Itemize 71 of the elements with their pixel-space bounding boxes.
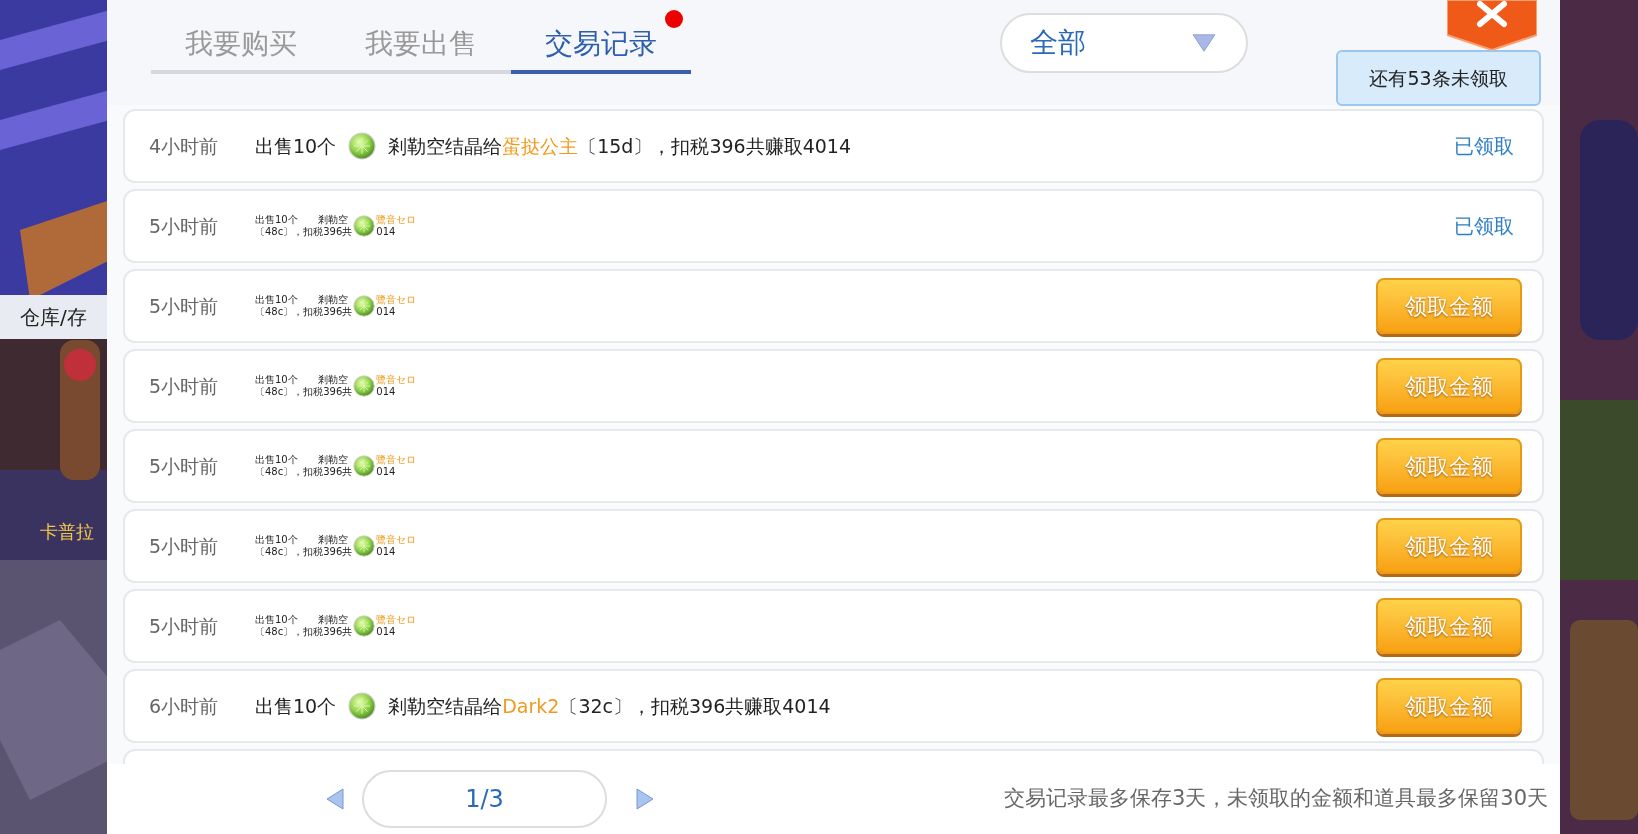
time-label: 4小时前 [149, 133, 220, 159]
sale-text: 出售10个 [255, 534, 298, 546]
item-name: 剎勒空 [317, 534, 348, 546]
previous-arrow-icon[interactable] [325, 787, 345, 811]
time-label: 5小时前 [149, 613, 220, 639]
claimed-link[interactable]: 已领取 [1454, 131, 1522, 161]
orb-icon [353, 455, 376, 477]
claim-button[interactable]: 领取金额 [1376, 598, 1522, 654]
time-label: 6小时前 [149, 693, 220, 719]
amount-text: 014 [376, 466, 397, 478]
amount-text: 014 [376, 546, 397, 558]
item-name: 剎勒空 [317, 214, 348, 226]
npc-name: 卡普拉 [40, 520, 94, 544]
item-name: 剎勒空 [317, 614, 348, 626]
buyer-name: 鷺音セロ [376, 614, 417, 626]
tab[interactable]: 我要购买 [151, 8, 331, 74]
item-name: 剎勒空 [317, 294, 348, 306]
buyer-name: 鷺音セロ [376, 454, 417, 466]
claim-button[interactable]: 领取金额 [1376, 438, 1522, 494]
scene-sign: 仓库/存 [0, 295, 110, 339]
item-name: 剎勒空 [317, 374, 348, 386]
retention-note: 交易记录最多保存3天，未领取的金额和道具最多保留30天 [1003, 785, 1548, 813]
time-label: 5小时前 [149, 293, 220, 319]
sale-text: 出售10个 [255, 693, 337, 719]
sale-text: 出售10个 [255, 133, 337, 159]
amount-text: 014 [376, 386, 397, 398]
claim-button[interactable]: 领取金额 [1376, 278, 1522, 334]
buyer-name: 鷺音セロ [376, 214, 417, 226]
sale-text: 出售10个 [255, 454, 298, 466]
amount-text: 014 [376, 226, 397, 238]
orb-icon [353, 535, 376, 557]
page-indicator: 1/3 [362, 770, 607, 828]
time-label: 5小时前 [149, 533, 220, 559]
sale-text: 出售10个 [255, 374, 298, 386]
tax-text: 〔48c〕，扣税396共 [255, 386, 353, 398]
orb-icon [353, 215, 376, 237]
sale-detail: 剎勒空结晶给蛋挞公主〔15d〕，扣税396共赚取4014 [388, 133, 852, 159]
orb-icon [353, 615, 376, 637]
filter-dropdown[interactable]: 全部 [1000, 13, 1248, 73]
claim-button[interactable]: 领取金额 [1376, 518, 1522, 574]
caret-icon [1190, 33, 1218, 53]
claimed-link[interactable]: 已领取 [1454, 211, 1522, 241]
sale-text: 出售10个 [255, 294, 298, 306]
buyer-name: 鷺音セロ [376, 534, 417, 546]
unclaimed-tooltip: 还有53条未领取 [1336, 50, 1541, 106]
claim-button[interactable]: 领取金额 [1376, 678, 1522, 734]
time-label: 5小时前 [149, 453, 220, 479]
tax-text: 〔48c〕，扣税396共 [255, 626, 353, 638]
sale-text: 出售10个 [255, 214, 298, 226]
sale-detail: 剎勒空结晶给Dark2〔32c〕，扣税396共赚取4014 [388, 693, 831, 719]
time-label: 5小时前 [149, 373, 220, 399]
tax-text: 〔48c〕，扣税396共 [255, 466, 353, 478]
tab[interactable]: 交易记录 [511, 8, 691, 74]
tax-text: 〔48c〕，扣税396共 [255, 306, 353, 318]
claim-button[interactable]: 领取金额 [1376, 358, 1522, 414]
amount-text: 014 [376, 626, 397, 638]
orb-icon [353, 295, 376, 317]
amount-text: 014 [376, 306, 397, 318]
buyer-name: 鷺音セロ [376, 294, 417, 306]
orb-icon [353, 375, 376, 397]
tab[interactable]: 我要出售 [331, 8, 511, 74]
item-name: 剎勒空 [317, 454, 348, 466]
close-icon[interactable] [1447, 0, 1537, 50]
tax-text: 〔48c〕，扣税396共 [255, 226, 353, 238]
tax-text: 〔48c〕，扣税396共 [255, 546, 353, 558]
time-label: 5小时前 [149, 213, 220, 239]
orb-icon [348, 692, 377, 720]
orb-icon [348, 132, 377, 160]
sale-text: 出售10个 [255, 614, 298, 626]
buyer-name: 鷺音セロ [376, 374, 417, 386]
next-arrow-icon[interactable] [635, 787, 655, 811]
